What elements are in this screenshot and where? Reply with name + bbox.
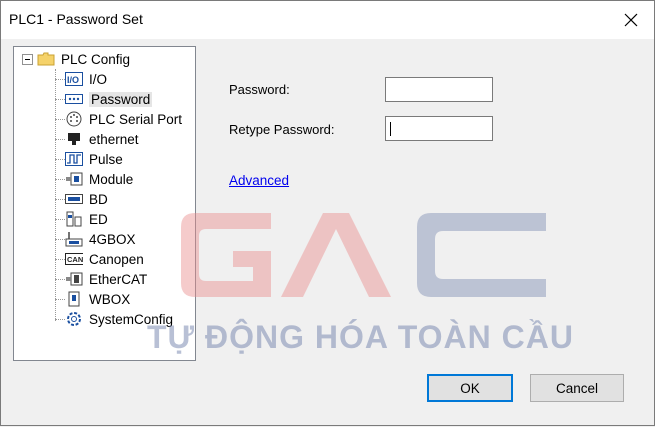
folder-icon bbox=[37, 52, 55, 66]
watermark-text: TỰ ĐỘNG HÓA TOÀN CẦU bbox=[147, 319, 574, 355]
ed-icon bbox=[65, 211, 83, 227]
close-icon bbox=[624, 13, 638, 27]
4gbox-icon bbox=[65, 232, 83, 247]
tree-item-ethernet[interactable]: ethernet bbox=[45, 129, 139, 149]
svg-text:CAN: CAN bbox=[67, 255, 83, 264]
tree-item-module[interactable]: Module bbox=[45, 169, 133, 189]
tree-item-io[interactable]: I/O I/O bbox=[45, 69, 107, 89]
tree-item-plc-serial-port[interactable]: PLC Serial Port bbox=[45, 109, 182, 129]
bd-icon bbox=[65, 192, 83, 206]
wbox-icon bbox=[65, 291, 83, 307]
advanced-link[interactable]: Advanced bbox=[229, 173, 289, 188]
close-button[interactable] bbox=[608, 1, 654, 39]
svg-text:I/O: I/O bbox=[67, 75, 79, 85]
pulse-icon bbox=[65, 152, 83, 166]
ethercat-icon bbox=[65, 272, 83, 286]
tree-item-4gbox[interactable]: 4GBOX bbox=[45, 229, 136, 249]
retype-password-input[interactable] bbox=[385, 116, 493, 141]
gear-icon bbox=[65, 312, 83, 326]
tree-item-pulse[interactable]: Pulse bbox=[45, 149, 123, 169]
collapse-toggle-icon[interactable] bbox=[22, 53, 33, 65]
tree-root-label: PLC Config bbox=[61, 51, 131, 67]
password-input[interactable] bbox=[385, 77, 493, 102]
retype-password-label: Retype Password: bbox=[229, 122, 335, 137]
title-bar: PLC1 - Password Set bbox=[1, 1, 654, 39]
password-set-dialog: PLC1 - Password Set PLC Config I/O I/O P… bbox=[0, 0, 655, 426]
tree-item-canopen[interactable]: CAN Canopen bbox=[45, 249, 144, 269]
window-title: PLC1 - Password Set bbox=[9, 11, 143, 27]
canopen-icon: CAN bbox=[65, 252, 83, 266]
cancel-button[interactable]: Cancel bbox=[530, 374, 624, 402]
serial-port-icon bbox=[65, 111, 83, 127]
tree-item-bd[interactable]: BD bbox=[45, 189, 108, 209]
tree-item-ethercat[interactable]: EtherCAT bbox=[45, 269, 147, 289]
tree-item-password[interactable]: Password bbox=[45, 89, 153, 109]
tree-item-systemconfig[interactable]: SystemConfig bbox=[45, 309, 173, 329]
ethernet-icon bbox=[65, 132, 83, 146]
text-cursor bbox=[390, 122, 391, 136]
ok-button[interactable]: OK bbox=[427, 374, 513, 402]
tree-item-ed[interactable]: ED bbox=[45, 209, 108, 229]
tree-root-plc-config[interactable]: PLC Config bbox=[22, 49, 130, 69]
io-icon: I/O bbox=[65, 72, 83, 86]
password-label: Password: bbox=[229, 82, 290, 97]
password-icon bbox=[65, 92, 83, 106]
tree-item-wbox[interactable]: WBOX bbox=[45, 289, 130, 309]
config-tree[interactable]: PLC Config I/O I/O Password PLC Serial P… bbox=[13, 46, 196, 361]
module-icon bbox=[65, 172, 83, 186]
